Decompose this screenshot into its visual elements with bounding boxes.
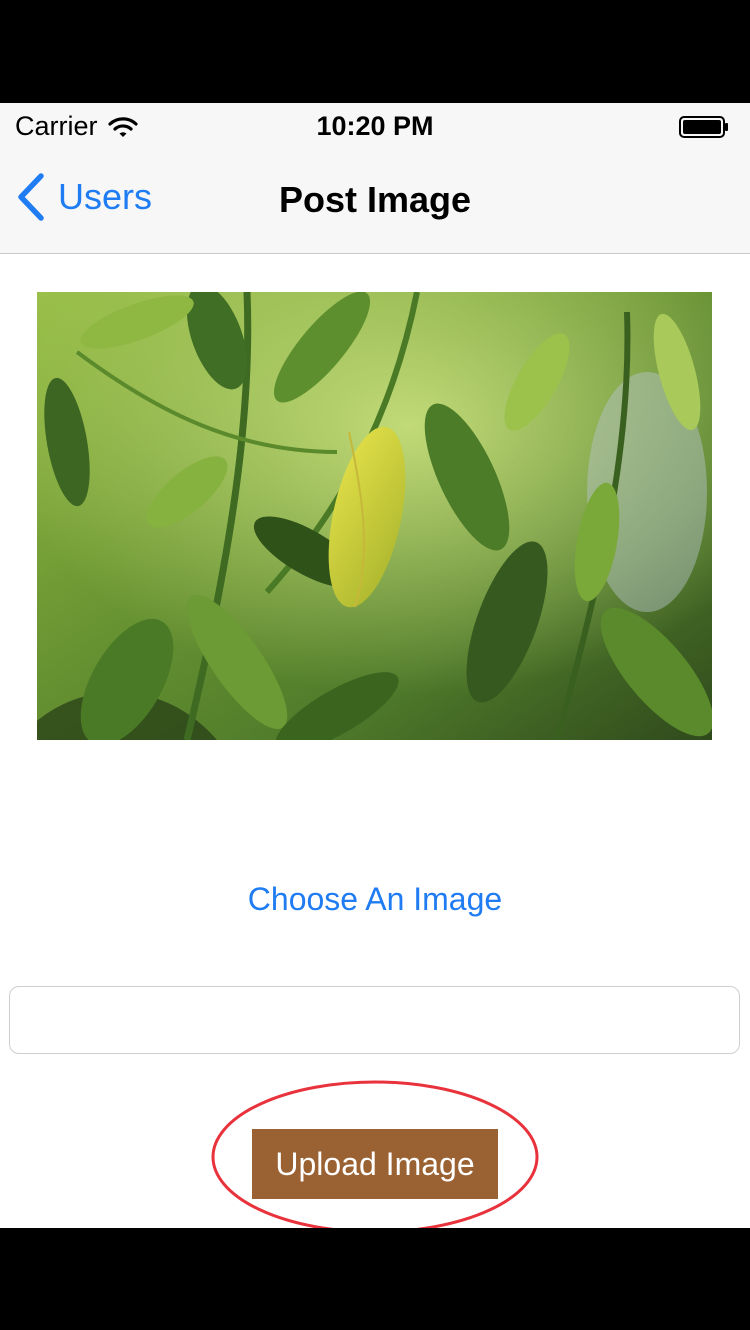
caption-input[interactable]	[9, 986, 740, 1054]
leaf-photo-image	[37, 292, 712, 740]
page-title: Post Image	[278, 179, 472, 220]
selected-photo	[37, 292, 712, 740]
app-screen: Carrier 10:20 PM Users Post Image Choose…	[0, 103, 750, 1228]
battery-icon	[679, 116, 728, 138]
upload-image-button[interactable]: Upload Image	[252, 1129, 498, 1199]
choose-image-button[interactable]: Choose An Image	[0, 881, 750, 918]
status-time: 10:20 PM	[316, 111, 434, 141]
navigation-bar: Carrier 10:20 PM Users Post Image	[0, 103, 750, 254]
